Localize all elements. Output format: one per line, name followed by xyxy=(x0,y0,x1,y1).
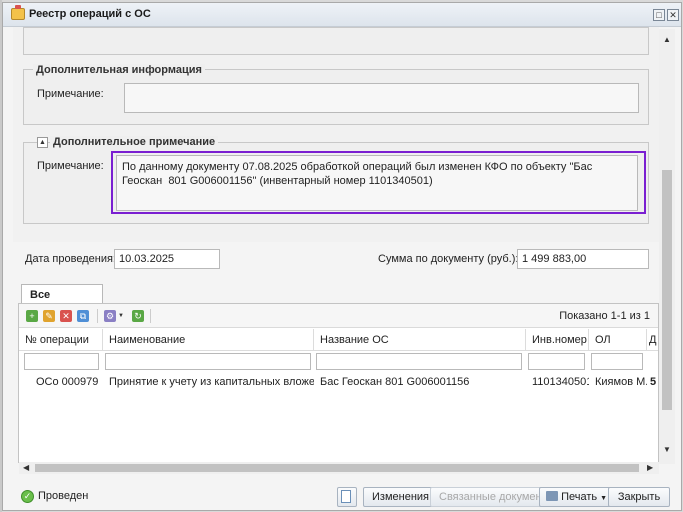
filter-input[interactable] xyxy=(316,353,522,370)
refresh-icon[interactable]: ↻ xyxy=(132,310,144,322)
copy-icon[interactable]: ⧉ xyxy=(77,310,89,322)
sum-field[interactable]: 1 499 883,00 xyxy=(517,249,649,269)
toolbar-separator xyxy=(97,309,98,323)
highlight-frame xyxy=(111,151,646,214)
note-field[interactable] xyxy=(124,83,639,113)
vertical-scrollbar[interactable]: ▲ ▼ xyxy=(659,29,675,464)
collapse-icon[interactable]: ▲ xyxy=(37,137,48,148)
print-button[interactable]: Печать ▼ xyxy=(539,487,617,507)
table-cell: ОСо 000979 xyxy=(36,376,99,388)
additional-info-legend: Дополнительная информация xyxy=(33,64,205,76)
column-header[interactable]: № операции xyxy=(19,329,103,351)
table-cell: Киямов М... xyxy=(595,376,647,388)
chevron-down-icon: ▼ xyxy=(600,495,608,502)
column-header[interactable]: ОЛ xyxy=(589,329,647,351)
records-counter: Показано 1-1 из 1 xyxy=(559,310,650,322)
close-icon[interactable]: ✕ xyxy=(667,9,679,21)
status-ok-icon: ✓ xyxy=(21,490,34,503)
restore-icon[interactable]: □ xyxy=(653,9,665,21)
additional-note-label: Примечание: xyxy=(37,160,104,172)
column-header[interactable]: Название ОС xyxy=(314,329,526,351)
filter-input[interactable] xyxy=(591,353,643,370)
window-title: Реестр операций с ОС xyxy=(29,8,151,20)
scroll-right-icon[interactable]: ▶ xyxy=(647,463,653,472)
date-label: Дата проведения: xyxy=(25,253,116,265)
filter-input[interactable] xyxy=(528,353,585,370)
filter-input[interactable] xyxy=(105,353,311,370)
document-icon xyxy=(341,490,351,503)
scroll-thumb[interactable] xyxy=(662,170,672,410)
edit-icon[interactable]: ✎ xyxy=(43,310,55,322)
horizontal-scroll-thumb[interactable] xyxy=(35,464,639,472)
scroll-content: Дополнительная информация Примечание: ▲ … xyxy=(13,27,659,242)
delete-icon[interactable]: ✕ xyxy=(60,310,72,322)
grid-header: № операции Наименование Название ОС Инв.… xyxy=(19,329,658,351)
settings-icon[interactable]: ⚙ xyxy=(104,310,116,322)
toolbar-separator xyxy=(150,309,151,323)
column-header[interactable]: Инв.номер xyxy=(526,329,589,351)
top-section xyxy=(23,27,649,55)
scroll-left-icon[interactable]: ◀ xyxy=(23,463,29,472)
settings-dropdown-icon[interactable]: ▼ xyxy=(118,313,124,319)
table-cell: Принятие к учету из капитальных вложений xyxy=(109,376,314,388)
table-cell: 5 xyxy=(650,376,657,388)
filter-input[interactable] xyxy=(24,353,99,370)
registry-icon xyxy=(11,5,25,20)
attach-button[interactable] xyxy=(337,487,357,507)
note-label: Примечание: xyxy=(37,88,104,100)
grid-toolbar: + ✎ ✕ ⧉ ⚙ ▼ ↻ Показано 1-1 из 1 xyxy=(19,304,658,328)
column-header[interactable]: Наименование xyxy=(103,329,314,351)
print-button-label: Печать xyxy=(561,491,598,503)
add-icon[interactable]: + xyxy=(26,310,38,322)
additional-note-legend: Дополнительное примечание xyxy=(50,136,219,148)
sum-label: Сумма по документу (руб.): xyxy=(378,253,519,265)
table-cell: 1101340501 xyxy=(532,376,589,388)
column-header[interactable]: Д xyxy=(647,329,658,351)
printer-icon xyxy=(546,491,558,501)
dialog-window: Реестр операций с ОС □ ✕ Дополнительная … xyxy=(2,2,682,511)
close-button[interactable]: Закрыть xyxy=(608,487,670,507)
entries-grid: + ✎ ✕ ⧉ ⚙ ▼ ↻ Показано 1-1 из 1 № операц… xyxy=(18,303,659,463)
title-bar[interactable]: Реестр операций с ОС □ ✕ xyxy=(3,3,681,27)
scroll-up-icon[interactable]: ▲ xyxy=(663,35,671,44)
status-text: Проведен xyxy=(38,490,89,502)
table-row[interactable]: ОСо 000979 Принятие к учету из капитальн… xyxy=(19,373,658,391)
horizontal-scrollbar[interactable]: ◀ ▶ xyxy=(19,462,659,474)
table-cell: Бас Геоскан 801 G006001156 xyxy=(320,376,470,388)
date-field[interactable]: 10.03.2025 xyxy=(114,249,220,269)
filter-row xyxy=(19,351,658,373)
scroll-down-icon[interactable]: ▼ xyxy=(663,445,671,454)
tab-all-entries[interactable]: Все проводки xyxy=(21,284,103,313)
changes-button[interactable]: Изменения xyxy=(363,487,438,507)
